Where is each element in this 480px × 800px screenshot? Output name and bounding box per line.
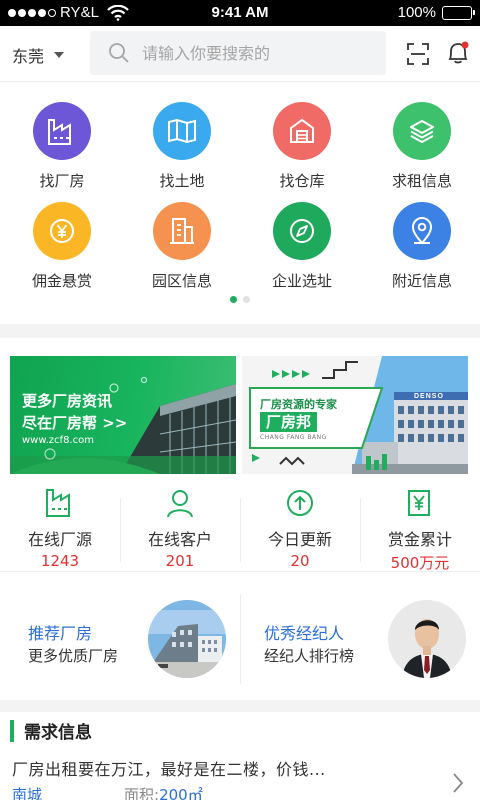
promo-top-agents[interactable]: 优秀经纪人 经纪人排行榜: [240, 584, 480, 694]
banner-headline: 更多厂房资讯: [22, 392, 113, 410]
search-icon: [109, 43, 129, 63]
category-site-selection[interactable]: 企业选址: [242, 202, 362, 291]
banner-subheadline: 尽在厂房帮 >>: [22, 414, 128, 432]
stat-label: 赏金累计: [387, 530, 452, 549]
banner-url: www.zcf8.com: [22, 435, 94, 446]
demand-location: 南城: [12, 786, 43, 800]
category-label: 找土地: [159, 172, 205, 190]
factory-icon: [33, 102, 91, 160]
demand-item-text[interactable]: 厂房出租要在万江，最好是在二楼，价钱...: [12, 756, 326, 780]
category-label: 佣金悬赏: [31, 272, 92, 290]
city-label: 东莞: [12, 47, 45, 66]
promo-title: 优秀经纪人: [264, 624, 345, 643]
building-icon: [153, 202, 211, 260]
category-label: 求租信息: [391, 172, 452, 190]
banner-tagline: 厂房资源的专家: [260, 398, 337, 411]
banner-brand-name: 厂房邦: [260, 412, 318, 432]
compass-icon: [273, 202, 331, 260]
factory-outline-icon: [46, 489, 70, 517]
yen-coin-icon: [33, 202, 91, 260]
category-label: 企业选址: [271, 272, 332, 290]
stat-label: 在线厂源: [27, 530, 92, 549]
promo-subtitle: 更多优质厂房: [28, 647, 119, 665]
promo-recommended-factories[interactable]: 推荐厂房 更多优质厂房: [0, 584, 240, 694]
demand-area: 面积:200㎡: [124, 784, 203, 800]
building-sign: DENSO: [414, 393, 444, 400]
section-title: 需求信息: [24, 723, 92, 743]
city-selector[interactable]: 东莞: [12, 43, 65, 67]
stat-value: 1243: [40, 552, 80, 570]
category-label: 附近信息: [391, 272, 452, 290]
category-label: 园区信息: [151, 272, 212, 290]
search-input[interactable]: [142, 43, 362, 63]
stat-total-bounty[interactable]: 赏金累计 500万元: [360, 486, 480, 573]
promo-subtitle: 经纪人排行榜: [264, 647, 355, 665]
category-find-warehouse[interactable]: 找仓库: [242, 102, 362, 191]
promo-title: 推荐厂房: [28, 624, 93, 643]
category-label: 找厂房: [39, 172, 85, 190]
factory-photo: [148, 600, 226, 678]
category-commission-reward[interactable]: 佣金悬赏: [2, 202, 122, 291]
category-nearby-info[interactable]: 附近信息: [362, 202, 480, 291]
warehouse-icon: [273, 102, 331, 160]
stat-value: 201: [165, 552, 195, 570]
battery-percent: 100%: [397, 4, 436, 21]
area-label: 面积:: [124, 786, 160, 800]
chevron-right-icon[interactable]: [452, 772, 464, 794]
chevron-down-icon: [54, 52, 65, 58]
arrow-up-circle-icon: [287, 490, 313, 516]
search-box[interactable]: [90, 31, 386, 75]
stat-label: 今日更新: [267, 530, 332, 549]
stat-online-customers[interactable]: 在线客户 201: [120, 486, 240, 570]
status-bar: RY&L 9:41 AM 100%: [0, 0, 480, 26]
top-bar: 东莞: [0, 26, 480, 82]
stat-label: 在线客户: [147, 530, 212, 549]
stat-value: 500万元: [390, 554, 450, 572]
scan-icon[interactable]: [406, 42, 430, 66]
agent-avatar: [388, 600, 466, 678]
bell-icon[interactable]: [446, 40, 470, 66]
user-outline-icon: [167, 490, 193, 518]
layers-icon: [393, 102, 451, 160]
map-icon: [153, 102, 211, 160]
stat-online-factories[interactable]: 在线厂源 1243: [0, 486, 120, 570]
stat-value: 20: [290, 552, 310, 570]
area-value: 200㎡: [159, 786, 203, 800]
category-label: 找仓库: [279, 172, 325, 190]
stat-today-updates[interactable]: 今日更新 20: [240, 486, 360, 570]
category-rental-requests[interactable]: 求租信息: [362, 102, 480, 191]
banner-more-news[interactable]: 更多厂房资讯 尽在厂房帮 >> www.zcf8.com: [10, 356, 236, 474]
category-find-land[interactable]: 找土地: [122, 102, 242, 191]
section-divider: [0, 700, 480, 712]
section-divider: [0, 324, 480, 338]
battery-icon: [442, 5, 475, 20]
banner-brand[interactable]: 厂房资源的专家 厂房邦 CHANG FANG BANG DENSO: [242, 356, 468, 474]
category-park-info[interactable]: 园区信息: [122, 202, 242, 291]
section-accent-bar: [10, 719, 14, 742]
category-find-factory[interactable]: 找厂房: [2, 102, 122, 191]
banner-brand-pinyin: CHANG FANG BANG: [260, 434, 327, 441]
page-indicator: [0, 296, 480, 303]
demand-section-header: 需求信息: [10, 718, 92, 743]
stats-bar: 在线厂源 1243 在线客户 201 今日更新 20 赏金累计 500万元: [0, 486, 480, 572]
location-pin-icon: [393, 202, 451, 260]
yen-doc-icon: [408, 490, 430, 516]
